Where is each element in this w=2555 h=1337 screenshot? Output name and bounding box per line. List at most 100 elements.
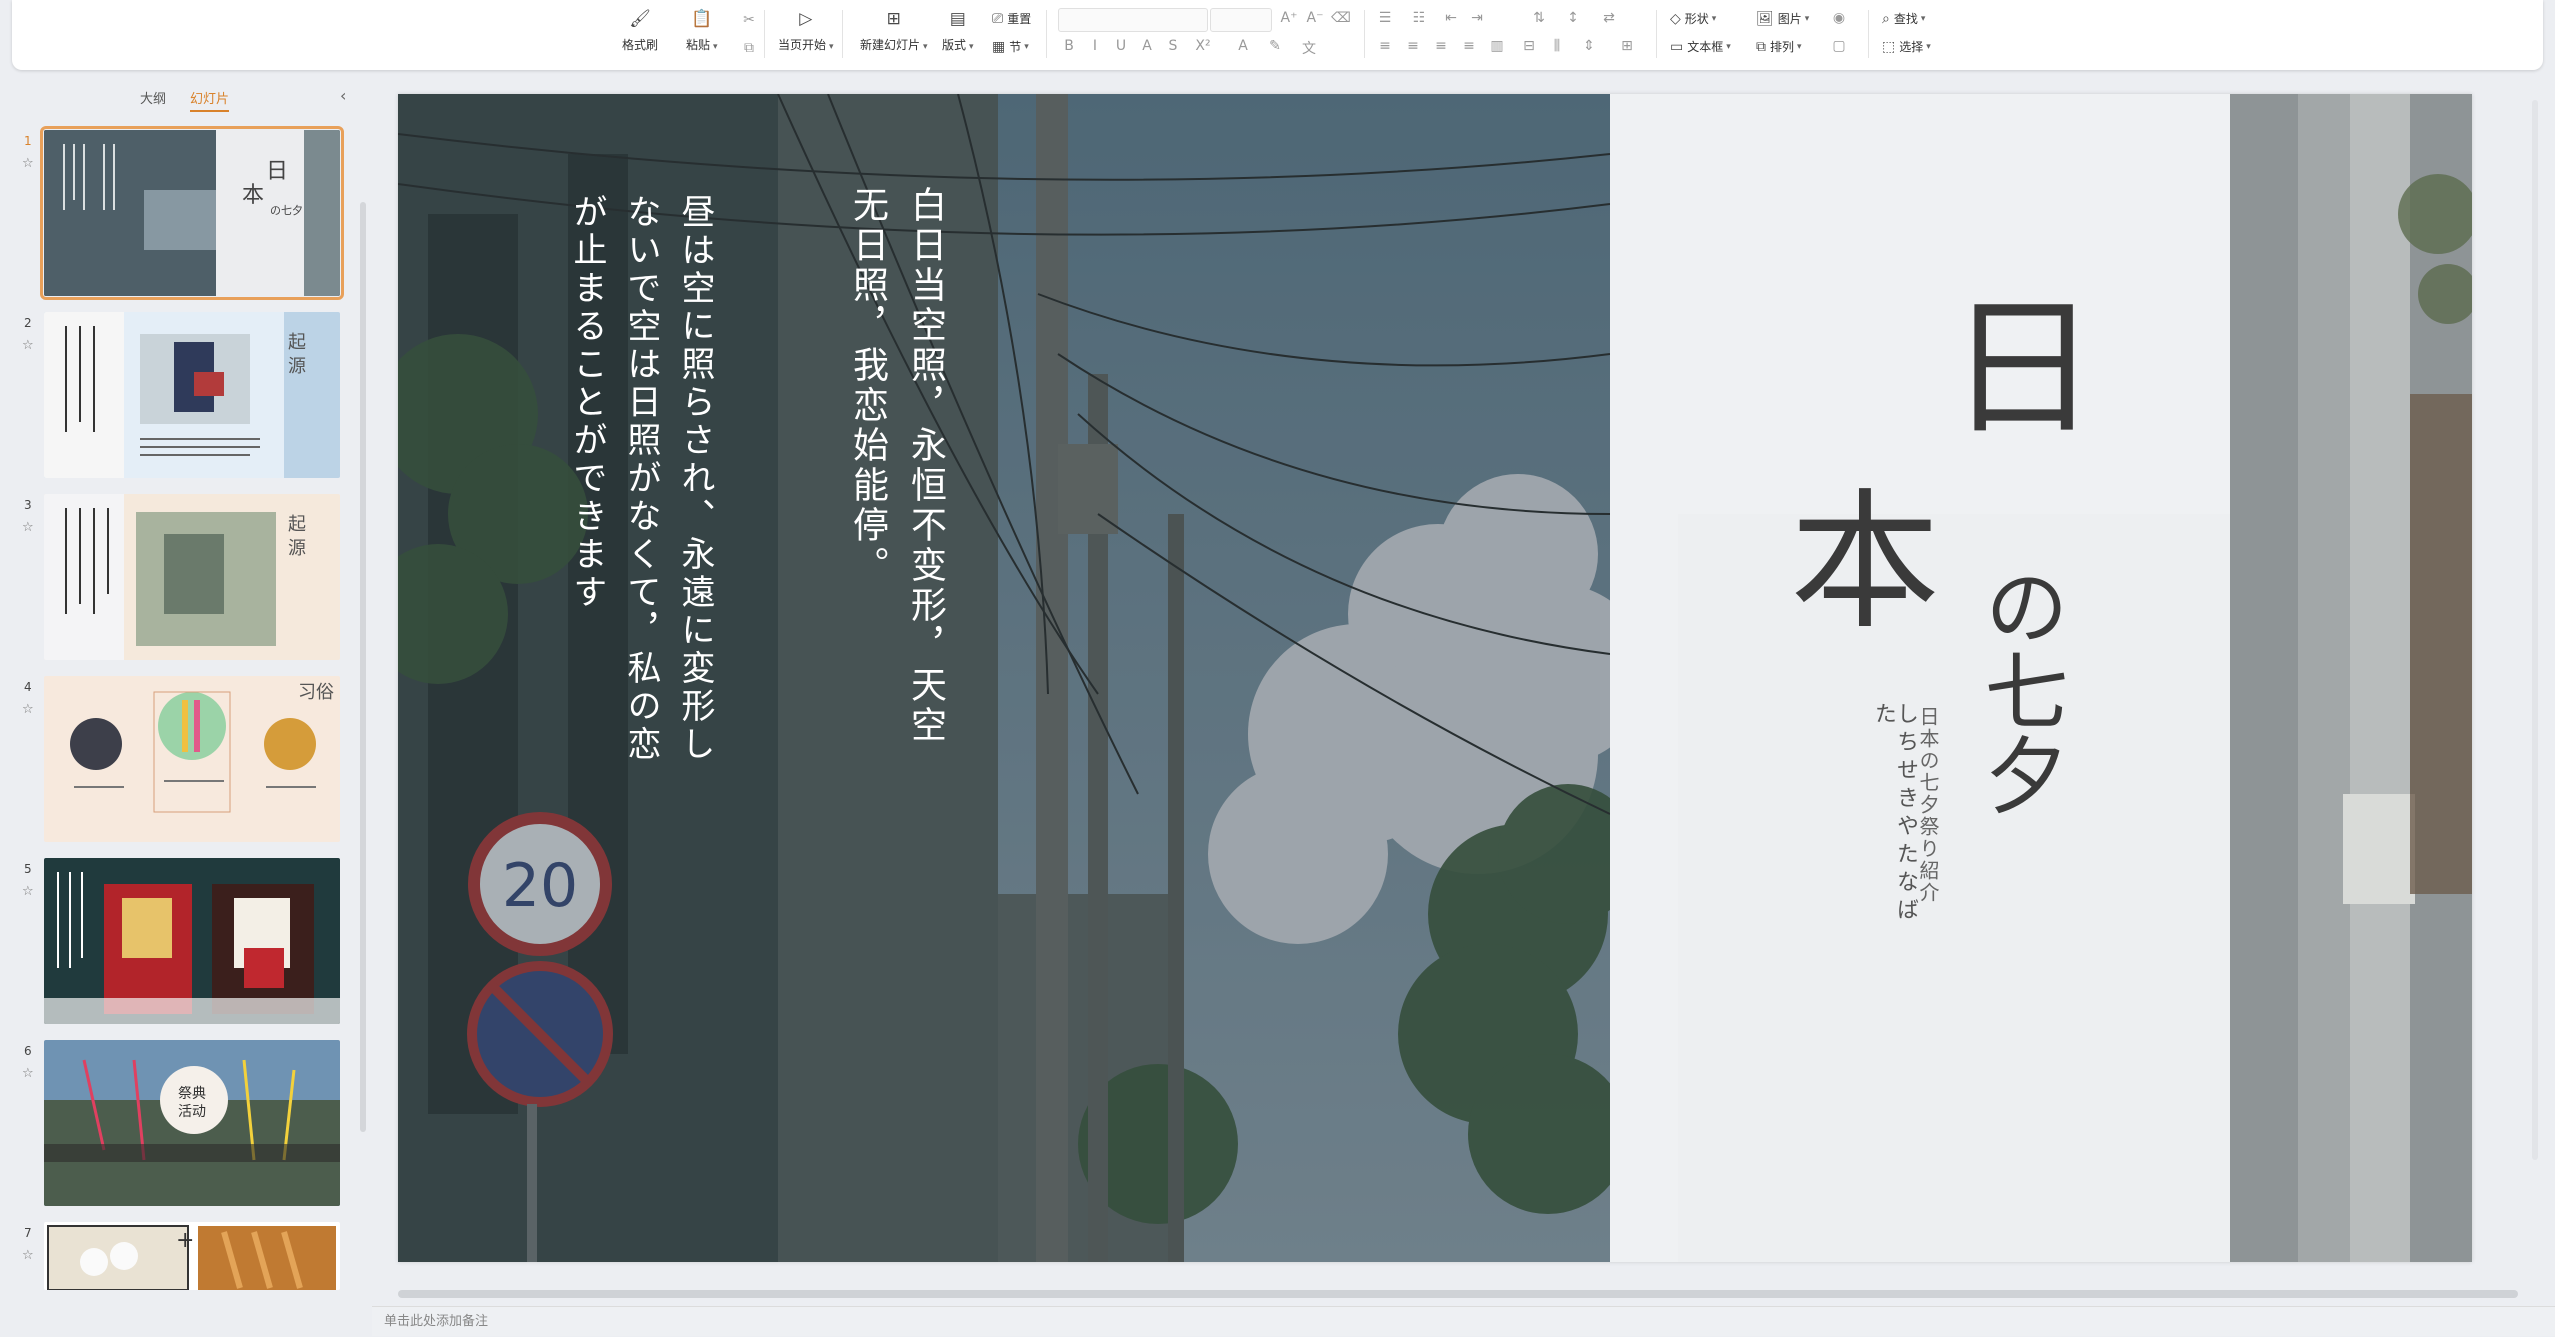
svg-text:源: 源 xyxy=(288,356,306,377)
line-spacing-icon[interactable]: ↕ xyxy=(1562,10,1584,26)
numbering-icon[interactable]: ☷ xyxy=(1408,10,1430,26)
svg-text:本: 本 xyxy=(242,183,264,208)
slide-thumbnail[interactable]: 习俗 xyxy=(44,676,340,842)
slide-thumbnail[interactable] xyxy=(44,858,340,1024)
star-icon[interactable]: ☆ xyxy=(22,702,34,717)
align-left-icon[interactable]: ≡ xyxy=(1374,38,1396,54)
shadow-icon[interactable]: A xyxy=(1136,38,1158,54)
char-spacing-icon[interactable]: 文 xyxy=(1298,38,1320,58)
decrease-font-icon[interactable]: A⁻ xyxy=(1304,10,1326,26)
star-icon[interactable]: ☆ xyxy=(22,156,34,171)
romaji-text[interactable]: しちせきやたなばた xyxy=(1871,702,1918,952)
align-center-icon[interactable]: ≡ xyxy=(1402,38,1424,54)
slide-canvas[interactable]: 20 白日当空照，永恒不变形，天空无日照，我恋始能停。 昼は空に照らされ、永遠に… xyxy=(398,94,2472,1262)
clear-format-icon[interactable]: ⌫ xyxy=(1330,10,1352,26)
copy-icon[interactable]: ⧉ xyxy=(738,40,760,56)
title-rest[interactable]: の七夕 xyxy=(1971,564,2069,844)
notes-placeholder[interactable]: 单击此处添加备注 xyxy=(384,1314,488,1329)
slide-thumbnail[interactable]: 起 源 xyxy=(44,494,340,660)
slide-number: 2 xyxy=(24,316,32,330)
star-icon[interactable]: ☆ xyxy=(22,338,34,353)
columns-icon[interactable]: ⫼ xyxy=(1546,38,1568,54)
divider xyxy=(764,10,765,58)
arrange-icon: ⧉ xyxy=(1756,38,1766,55)
slide-thumbnail[interactable]: 祭典 活动 xyxy=(44,1040,340,1206)
subtitle[interactable]: 日本の七夕祭り紹介 xyxy=(1916,706,1940,936)
font-name-select[interactable] xyxy=(1058,8,1208,32)
decrease-indent-icon[interactable]: ⇤ xyxy=(1440,10,1462,26)
panel-tabs: 大纲 幻灯片 xyxy=(140,88,230,112)
play-from-current-button[interactable]: ▷ 当页开始 ▾ xyxy=(778,6,834,53)
ribbon-toolbar: 🖌 格式刷 📋 粘贴 ▾ ✂ ⧉ ▷ 当页开始 ▾ ⊞ 新建幻灯片 ▾ ▤ 版式 ▾ ⎚… xyxy=(12,0,2543,70)
bold-icon[interactable]: B xyxy=(1058,38,1080,54)
convert-icon[interactable]: ⇄ xyxy=(1598,10,1620,26)
outline-icon[interactable]: ▢ xyxy=(1828,38,1850,54)
new-slide-button[interactable]: ⊞ 新建幻灯片 ▾ xyxy=(860,6,928,53)
slide-thumbnail[interactable]: 起 源 xyxy=(44,312,340,478)
shape-button[interactable]: ◇ 形状 ▾ xyxy=(1670,10,1716,27)
slide-panel: 大纲 幻灯片 ‹ 1 ☆ 日 本 の七夕 2 ☆ 起 源 3 ☆ 起 源 4 ☆… xyxy=(0,72,372,1336)
layout-button[interactable]: ▤ 版式 ▾ xyxy=(942,6,974,53)
japanese-poem-text[interactable]: 昼は空に照らされ、永遠に変形しないで空は日照がなくて，私の恋が止まることができま… xyxy=(560,194,722,794)
distribute-icon[interactable]: ▥ xyxy=(1486,38,1508,54)
font-color-icon[interactable]: A xyxy=(1232,38,1254,54)
svg-text:源: 源 xyxy=(288,538,306,559)
star-icon[interactable]: ☆ xyxy=(22,1248,34,1263)
increase-font-icon[interactable]: A⁺ xyxy=(1278,10,1300,26)
clipboard-group: 🖌 格式刷 📋 粘贴 ▾ ✂ ⧉ xyxy=(622,4,772,66)
highlight-icon[interactable]: ✎ xyxy=(1264,38,1286,54)
slide-number: 1 xyxy=(24,134,32,148)
bullets-icon[interactable]: ☰ xyxy=(1374,10,1396,26)
increase-indent-icon[interactable]: ⇥ xyxy=(1466,10,1488,26)
tab-slides[interactable]: 幻灯片 xyxy=(190,88,230,112)
arrange-button[interactable]: ⧉ 排列 ▾ xyxy=(1756,38,1802,55)
divider xyxy=(842,10,843,58)
paragraph-spacing-icon[interactable]: ⇕ xyxy=(1578,38,1600,54)
divider xyxy=(1868,10,1869,58)
svg-text:の七夕: の七夕 xyxy=(270,204,303,217)
fill-icon[interactable]: ◉ xyxy=(1828,10,1850,26)
italic-icon[interactable]: I xyxy=(1084,38,1106,54)
find-button[interactable]: ⌕ 查找 ▾ xyxy=(1882,10,1925,27)
slide-number: 3 xyxy=(24,498,32,512)
cut-icon[interactable]: ✂ xyxy=(738,12,760,28)
vertical-align-icon[interactable]: ⊟ xyxy=(1518,38,1540,54)
text-direction-icon[interactable]: ⇅ xyxy=(1528,10,1550,26)
title-char-1[interactable]: 日 xyxy=(1948,294,2098,444)
strikethrough-icon[interactable]: S xyxy=(1162,38,1184,54)
layout-icon: ▤ xyxy=(949,9,966,29)
add-slide-icon[interactable]: + xyxy=(176,1228,194,1253)
svg-text:起: 起 xyxy=(288,514,306,535)
notes-area[interactable]: 单击此处添加备注 xyxy=(372,1306,2555,1336)
slide-thumbnail[interactable]: 日 本 の七夕 xyxy=(40,126,344,300)
star-icon[interactable]: ☆ xyxy=(22,884,34,899)
vertical-scrollbar[interactable] xyxy=(2532,100,2538,1160)
textbox-button[interactable]: ▭ 文本框 ▾ xyxy=(1670,38,1731,55)
underline-icon[interactable]: U xyxy=(1110,38,1132,54)
chinese-poem-text[interactable]: 白日当空照，永恒不变形，天空无日照，我恋始能停。 xyxy=(838,186,954,746)
horizontal-scrollbar[interactable] xyxy=(398,1290,2518,1298)
justify-icon[interactable]: ≡ xyxy=(1458,38,1480,54)
star-icon[interactable]: ☆ xyxy=(22,520,34,535)
format-painter-button[interactable]: 🖌 格式刷 xyxy=(622,6,658,53)
title-char-2[interactable]: 本 xyxy=(1790,488,1940,638)
svg-text:习俗: 习俗 xyxy=(298,682,334,703)
brush-icon: 🖌 xyxy=(629,9,651,29)
paste-button[interactable]: 📋 粘贴 ▾ xyxy=(686,6,718,53)
collapse-panel-icon[interactable]: ‹ xyxy=(340,86,346,105)
table-align-icon[interactable]: ⊞ xyxy=(1616,38,1638,54)
shape-icon: ◇ xyxy=(1670,10,1681,27)
slide-number: 6 xyxy=(24,1044,32,1058)
select-button[interactable]: ⬚ 选择 ▾ xyxy=(1882,38,1931,55)
font-size-select[interactable] xyxy=(1210,8,1272,32)
tab-outline[interactable]: 大纲 xyxy=(140,88,166,112)
align-right-icon[interactable]: ≡ xyxy=(1430,38,1452,54)
panel-scrollbar[interactable] xyxy=(360,202,366,1132)
reset-icon: ⎚ xyxy=(992,10,1004,27)
superscript-icon[interactable]: X² xyxy=(1192,38,1214,54)
section-button[interactable]: ▦ 节 ▾ xyxy=(992,38,1029,55)
picture-button[interactable]: 🖼 图片 ▾ xyxy=(1756,10,1809,27)
slide-number: 5 xyxy=(24,862,32,876)
reset-button[interactable]: ⎚ 重置 xyxy=(992,10,1031,27)
star-icon[interactable]: ☆ xyxy=(22,1066,34,1081)
